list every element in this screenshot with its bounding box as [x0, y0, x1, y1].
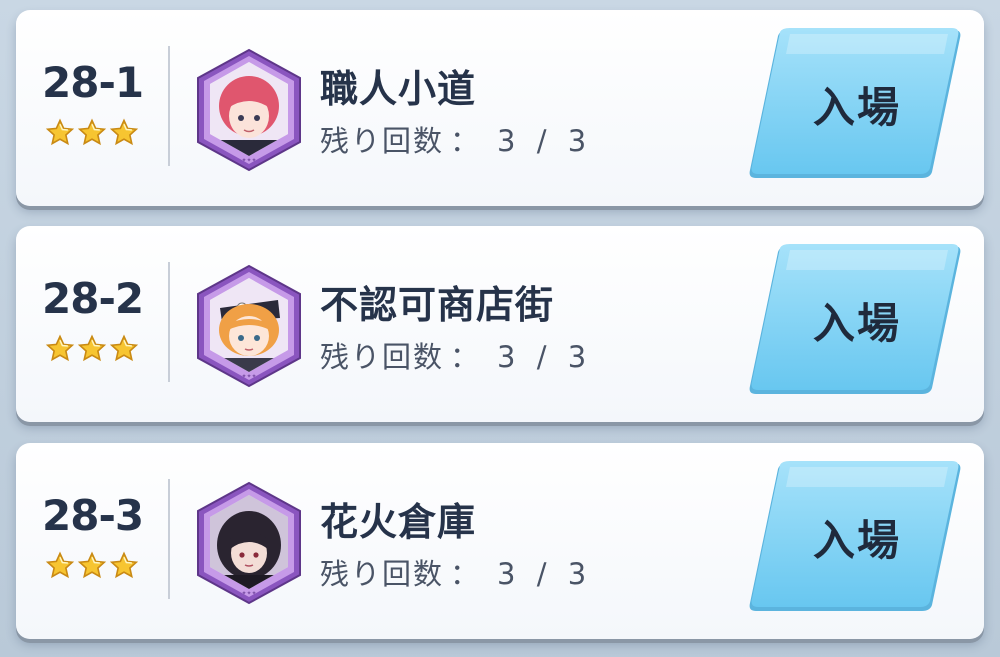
svg-text:✦✦✦: ✦✦✦ — [241, 157, 256, 164]
attempts-colon: ： — [450, 124, 480, 158]
svg-text:✦✦✦: ✦✦✦ — [241, 373, 256, 380]
star-icon — [109, 551, 139, 579]
character-portrait-icon: ✦✦✦ — [190, 481, 308, 605]
svg-text:✦✦✦: ✦✦✦ — [241, 590, 256, 597]
character-portrait-icon: ✦✦✦ — [190, 48, 308, 172]
stage-number: 28-3 — [42, 491, 144, 540]
star-icon — [77, 551, 107, 579]
enter-button[interactable]: 入場 — [744, 244, 964, 396]
star-icon — [109, 118, 139, 146]
attempts-count: 3 / 3 — [497, 557, 593, 591]
remaining-attempts: 残り回数 ： 3 / 3 — [320, 334, 592, 376]
enter-button-label: 入場 — [812, 298, 901, 348]
divider — [168, 262, 170, 382]
star-icon — [45, 551, 75, 579]
attempts-colon: ： — [450, 340, 480, 374]
star-icon — [109, 334, 139, 362]
stage-name: 花火倉庫 — [320, 500, 477, 544]
star-icon — [45, 334, 75, 362]
enter-button-label: 入場 — [812, 82, 901, 132]
character-portrait-icon: ✦✦✦ — [190, 264, 308, 388]
remaining-attempts: 残り回数 ： 3 / 3 — [320, 551, 592, 593]
attempts-count: 3 / 3 — [497, 340, 593, 374]
star-rating — [45, 551, 139, 581]
attempts-label: 残り回数 — [320, 124, 445, 158]
stage-number: 28-2 — [42, 274, 144, 323]
remaining-attempts: 残り回数 ： 3 / 3 — [320, 118, 592, 160]
enter-button-label: 入場 — [812, 515, 901, 565]
stage-number: 28-1 — [42, 58, 144, 107]
star-rating — [45, 334, 139, 364]
attempts-label: 残り回数 — [320, 340, 445, 374]
stage-card: 28-2 ✦✦✦ 不認可商店街 残り回数 ： 3 / 3 入場 — [16, 226, 984, 422]
enter-button[interactable]: 入場 — [744, 461, 964, 613]
stage-list: 28-1 ✦✦✦ 職人小道 残り回数 ： 3 / 3 入場 28-2 ✦✦✦ 不… — [0, 0, 1000, 657]
star-icon — [45, 118, 75, 146]
star-icon — [77, 118, 107, 146]
attempts-label: 残り回数 — [320, 557, 445, 591]
attempts-colon: ： — [450, 557, 480, 591]
stage-name: 職人小道 — [320, 67, 477, 111]
divider — [168, 46, 170, 166]
stage-name: 不認可商店街 — [320, 283, 555, 327]
stage-card: 28-3 ✦✦✦ 花火倉庫 残り回数 ： 3 / 3 入場 — [16, 443, 984, 639]
star-icon — [77, 334, 107, 362]
divider — [168, 479, 170, 599]
stage-card: 28-1 ✦✦✦ 職人小道 残り回数 ： 3 / 3 入場 — [16, 10, 984, 206]
enter-button[interactable]: 入場 — [744, 28, 964, 180]
star-rating — [45, 118, 139, 148]
attempts-count: 3 / 3 — [497, 124, 593, 158]
